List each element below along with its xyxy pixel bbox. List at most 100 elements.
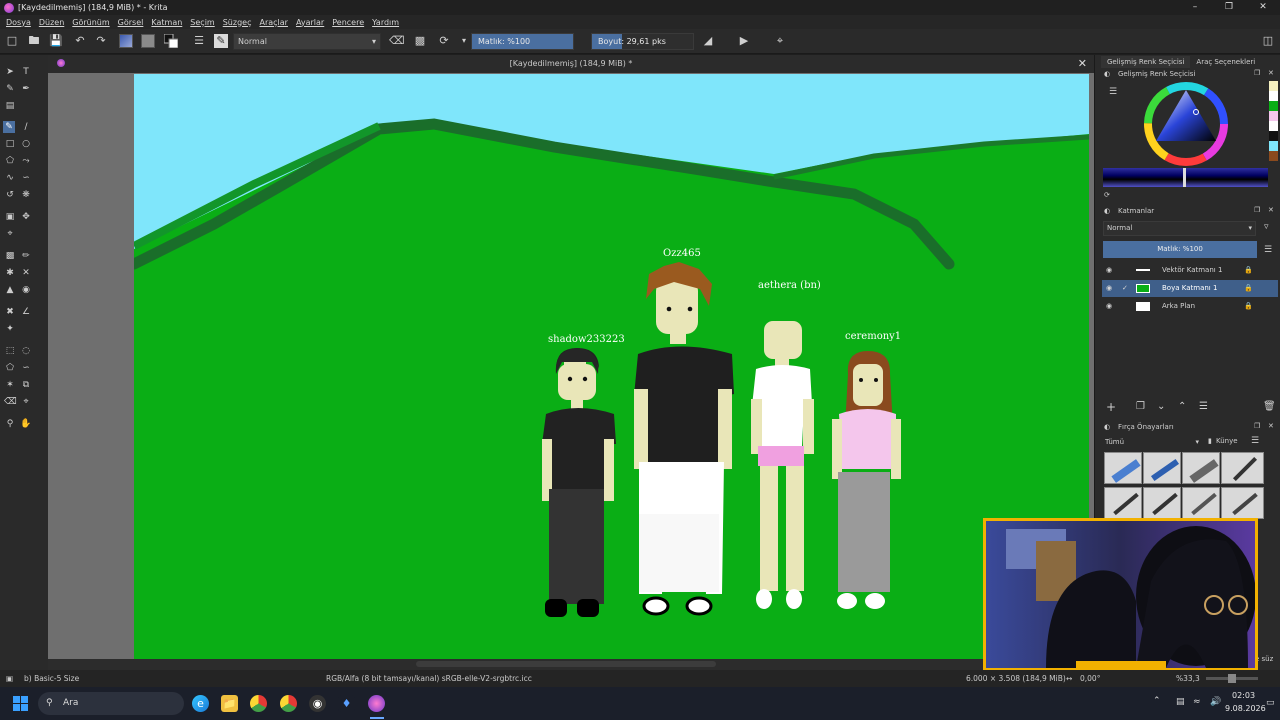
status-rotation[interactable]: 0,00°	[1080, 670, 1100, 687]
move-tool-icon[interactable]: ✥	[20, 211, 32, 223]
status-zoom[interactable]: %33,3	[1176, 670, 1200, 687]
blend-mode-select[interactable]: Normal ▾	[233, 33, 381, 50]
list-view-icon[interactable]: ☰	[1251, 436, 1259, 446]
bezier-select-icon[interactable]: ⌫	[4, 396, 17, 408]
brush-preset-icon[interactable]: ✎	[214, 34, 228, 48]
contiguous-select-icon[interactable]: ✶	[4, 379, 16, 391]
krita-taskbar-icon[interactable]	[368, 695, 385, 712]
mirror-vertical-icon[interactable]: ▶	[737, 34, 751, 48]
wifi-icon[interactable]: ≈	[1193, 697, 1201, 707]
reload-preset-icon[interactable]: ⟳	[437, 34, 451, 48]
app-icon[interactable]: ♦	[338, 695, 355, 712]
scroll-thumb[interactable]	[416, 661, 716, 667]
save-icon[interactable]: 💾	[49, 34, 63, 48]
chevron-up-icon[interactable]: ⌃	[1153, 696, 1161, 706]
lock-icon[interactable]: 🔒	[1244, 298, 1253, 315]
drawing-canvas[interactable]: Ozz465 aethera (bn) shadow233223 ceremon…	[128, 74, 1090, 659]
close-panel-icon[interactable]: ✕	[1268, 69, 1274, 77]
menu-window[interactable]: Pencere	[332, 18, 364, 27]
brush-tag-label[interactable]: Künye	[1216, 437, 1238, 445]
move-up-icon[interactable]: ⌃	[1178, 401, 1186, 412]
notification-icon[interactable]: ▭	[1266, 698, 1275, 708]
collapse-icon[interactable]: ◐	[1104, 423, 1110, 431]
color-sliders[interactable]	[1103, 168, 1268, 187]
wrap-around-icon[interactable]: ⌖	[773, 34, 787, 48]
redo-icon[interactable]: ↷	[94, 34, 108, 48]
pan-tool-icon[interactable]: ✋	[20, 418, 32, 430]
float-icon[interactable]: ❐	[1254, 69, 1260, 77]
menu-view[interactable]: Görünüm	[72, 18, 109, 27]
menu-file[interactable]: Dosya	[6, 18, 31, 27]
similar-select-icon[interactable]: ⧉	[20, 379, 32, 391]
dynamic-brush-icon[interactable]: ↺	[4, 189, 16, 201]
layer-menu-icon[interactable]: ☰	[1264, 245, 1272, 255]
transform-tool-icon[interactable]: ▣	[4, 211, 16, 223]
ellipse-select-icon[interactable]: ◌	[20, 345, 32, 357]
layer-properties-icon[interactable]: ☰	[1199, 401, 1208, 412]
crop-tool-icon[interactable]: ⌖	[4, 228, 16, 240]
text-tool-icon[interactable]: T	[20, 66, 32, 78]
tab-tool-options[interactable]: Araç Seçenekleri	[1190, 56, 1261, 68]
multibrush-icon[interactable]: ❋	[20, 189, 32, 201]
duplicate-layer-icon[interactable]: ❐	[1136, 401, 1145, 412]
magnetic-select-icon[interactable]: ⌖	[20, 396, 32, 408]
windows-start-icon[interactable]	[13, 696, 29, 712]
eye-icon[interactable]: ◉	[1106, 298, 1112, 315]
clock-time[interactable]: 02:03	[1232, 691, 1255, 700]
eye-icon[interactable]: ◉	[1106, 262, 1112, 279]
layer-row[interactable]: ◉ Vektör Katmanı 1 🔒	[1102, 262, 1278, 279]
layer-opacity-slider[interactable]: Matlık: %100	[1103, 241, 1257, 258]
menu-edit[interactable]: Düzen	[39, 18, 64, 27]
measure-tool-icon[interactable]: ∠	[20, 306, 32, 318]
close-panel-icon[interactable]: ✕	[1268, 422, 1274, 430]
document-tab[interactable]: [Kaydedilmemiş] (184,9 MiB) * ✕	[48, 55, 1094, 73]
menu-select[interactable]: Seçim	[190, 18, 214, 27]
brush-preset-item[interactable]	[1221, 452, 1264, 484]
maximize-button[interactable]: ❐	[1212, 0, 1246, 15]
menu-help[interactable]: Yardım	[372, 18, 399, 27]
eye-icon[interactable]: ◉	[1106, 280, 1112, 297]
move-down-icon[interactable]: ⌄	[1157, 401, 1165, 412]
preserve-alpha-icon[interactable]: ▩	[413, 34, 427, 48]
new-document-icon[interactable]: □	[5, 34, 19, 48]
float-icon[interactable]: ❐	[1254, 206, 1260, 214]
workspace-icon[interactable]: ◫	[1261, 34, 1275, 48]
edit-shapes-icon[interactable]: ✎	[4, 83, 16, 95]
eraser-icon[interactable]: ⌫	[389, 34, 405, 48]
brush-preset-item[interactable]	[1221, 487, 1264, 519]
brush-preset-item[interactable]	[1182, 487, 1220, 519]
size-slider[interactable]: Boyut: 29,61 pks	[591, 33, 694, 50]
brush-filter-select[interactable]: Tümü ▾	[1103, 436, 1201, 449]
gradient-swatch[interactable]	[119, 34, 133, 48]
pattern-edit-icon[interactable]: ▤	[4, 100, 16, 112]
opacity-slider[interactable]: Matlık: %100	[471, 33, 574, 50]
color-picker-icon[interactable]: ✏	[20, 250, 32, 262]
freehand-brush-icon[interactable]: ✎	[3, 121, 15, 133]
smart-patch-icon[interactable]: ✱	[4, 267, 16, 279]
collapse-icon[interactable]: ◐	[1104, 70, 1110, 78]
assistant-tool-icon[interactable]: ✕	[20, 267, 32, 279]
zoom-tool-icon[interactable]: ⚲	[4, 418, 16, 430]
brush-preset-item[interactable]	[1182, 452, 1220, 484]
polyline-tool-icon[interactable]: ⤳	[20, 155, 32, 167]
mirror-horizontal-icon[interactable]: ◢	[701, 34, 715, 48]
add-layer-icon[interactable]: +	[1106, 400, 1116, 414]
undo-icon[interactable]: ↶	[73, 34, 87, 48]
taskbar-search[interactable]: ⚲ Ara	[38, 692, 184, 715]
chrome-icon-2[interactable]	[280, 695, 297, 712]
fg-bg-color-icon[interactable]	[163, 33, 179, 49]
brush-preset-item[interactable]	[1143, 452, 1181, 484]
brush-preset-item[interactable]	[1143, 487, 1181, 519]
freehand-select-icon[interactable]: ∽	[20, 362, 32, 374]
minimize-button[interactable]: –	[1178, 0, 1212, 15]
layer-row-selected[interactable]: ◉ ✓ Boya Katmanı 1 🔒	[1102, 280, 1278, 297]
rect-select-icon[interactable]: ⬚	[4, 345, 16, 357]
filter-icon[interactable]: ▿	[1264, 222, 1269, 232]
menu-tools[interactable]: Araçlar	[259, 18, 287, 27]
calligraphy-icon[interactable]: ✒	[20, 83, 32, 95]
select-shapes-icon[interactable]: ➤	[4, 66, 16, 78]
reference-tool-icon[interactable]: ✦	[4, 323, 16, 335]
volume-icon[interactable]: 🔊	[1210, 697, 1221, 707]
obs-icon[interactable]: ◉	[309, 695, 326, 712]
gradient-tool-icon[interactable]: ▩	[4, 250, 16, 262]
